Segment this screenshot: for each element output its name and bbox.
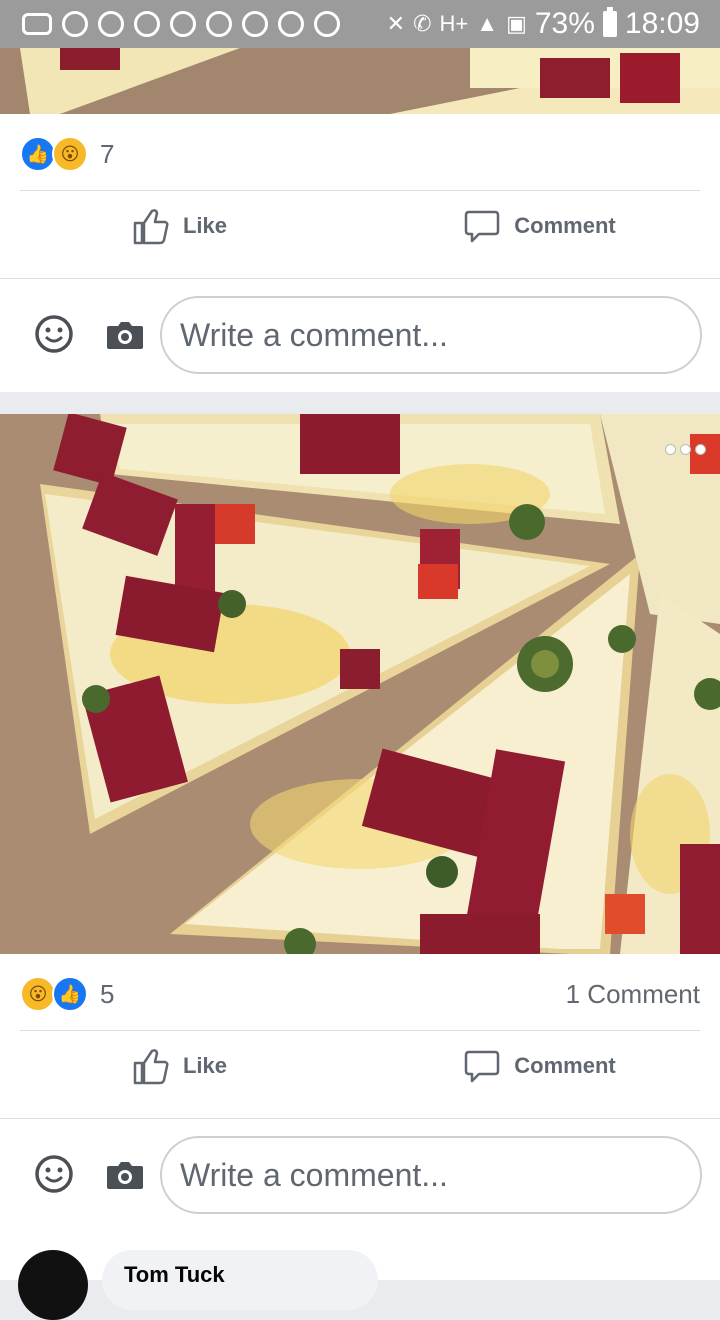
pizza-image <box>0 414 720 954</box>
system-icons: ✕ ✆ H+ ▲ ▣ 73% 18:09 <box>387 7 700 41</box>
comment-composer: Write a comment... <box>0 288 720 384</box>
like-button[interactable]: Like <box>0 207 360 245</box>
thumbs-up-icon <box>133 209 169 245</box>
signal-icon: ▲ <box>476 11 499 36</box>
reaction-summary[interactable]: 👍 😮 7 <box>20 124 700 184</box>
comment-author[interactable]: Tom Tuck <box>124 1262 225 1287</box>
action-bar: Like Comment <box>0 1031 720 1101</box>
signal-icon: ▣ <box>506 11 527 36</box>
comment-input[interactable]: Write a comment... <box>160 296 702 374</box>
reaction-count: 7 <box>100 138 115 169</box>
wow-reaction-icon: 😮 <box>20 976 56 1012</box>
action-bar: Like Comment <box>0 191 720 261</box>
notification-icons <box>22 11 340 37</box>
recycle-icon <box>170 11 196 37</box>
post-photo[interactable] <box>0 414 720 954</box>
comment-label: Comment <box>514 213 616 238</box>
comments-count-link[interactable]: 1 Comment <box>566 979 700 1010</box>
recycle-icon <box>314 11 340 37</box>
recycle-icon <box>278 11 304 37</box>
divider <box>0 278 720 279</box>
clock: 18:09 <box>624 7 700 40</box>
post-footer: 👍 😮 7 Like Comment Write a comment... <box>0 114 720 392</box>
recycle-icon <box>206 11 232 37</box>
mute-icon: ✕ <box>386 11 406 36</box>
battery-percent: 73% <box>534 7 595 40</box>
camera-icon[interactable] <box>106 1160 144 1190</box>
like-reaction-icon: 👍 <box>52 976 88 1012</box>
comment-composer: Write a comment... <box>0 1128 720 1224</box>
comment-icon <box>465 1050 500 1083</box>
like-button[interactable]: Like <box>0 1047 360 1085</box>
status-bar: ✕ ✆ H+ ▲ ▣ 73% 18:09 <box>0 0 720 48</box>
like-label: Like <box>182 1053 228 1078</box>
more-options-icon[interactable] <box>665 444 706 455</box>
comment-bubble[interactable]: Tom Tuck <box>102 1250 378 1310</box>
like-label: Like <box>182 213 228 238</box>
recycle-icon <box>242 11 268 37</box>
battery-icon <box>602 7 617 37</box>
comment-icon <box>465 210 500 243</box>
comment-button[interactable]: Comment <box>360 208 720 244</box>
reaction-count: 5 <box>100 978 115 1009</box>
avatar[interactable] <box>18 1250 88 1320</box>
thumbs-up-icon <box>133 1049 169 1085</box>
divider <box>0 1118 720 1119</box>
reaction-summary[interactable]: 😮 👍 5 1 Comment <box>20 964 700 1024</box>
message-icon <box>22 13 52 35</box>
comment-input[interactable]: Write a comment... <box>160 1136 702 1214</box>
comment-button[interactable]: Comment <box>360 1048 720 1084</box>
like-reaction-icon: 👍 <box>20 136 56 172</box>
emoji-icon[interactable] <box>34 314 74 354</box>
comment-label: Comment <box>514 1053 616 1078</box>
camera-icon[interactable] <box>106 320 144 350</box>
recycle-icon <box>62 11 88 37</box>
post-photo[interactable] <box>0 48 720 114</box>
network-type: H+ <box>439 11 469 36</box>
post-footer: 😮 👍 5 1 Comment Like Comment Write a com… <box>0 954 720 1234</box>
wow-reaction-icon: 😮 <box>52 136 88 172</box>
recycle-icon <box>134 11 160 37</box>
call-icon: ✆ <box>413 11 432 36</box>
recycle-icon <box>98 11 124 37</box>
pizza-image <box>0 48 720 114</box>
emoji-icon[interactable] <box>34 1154 74 1194</box>
